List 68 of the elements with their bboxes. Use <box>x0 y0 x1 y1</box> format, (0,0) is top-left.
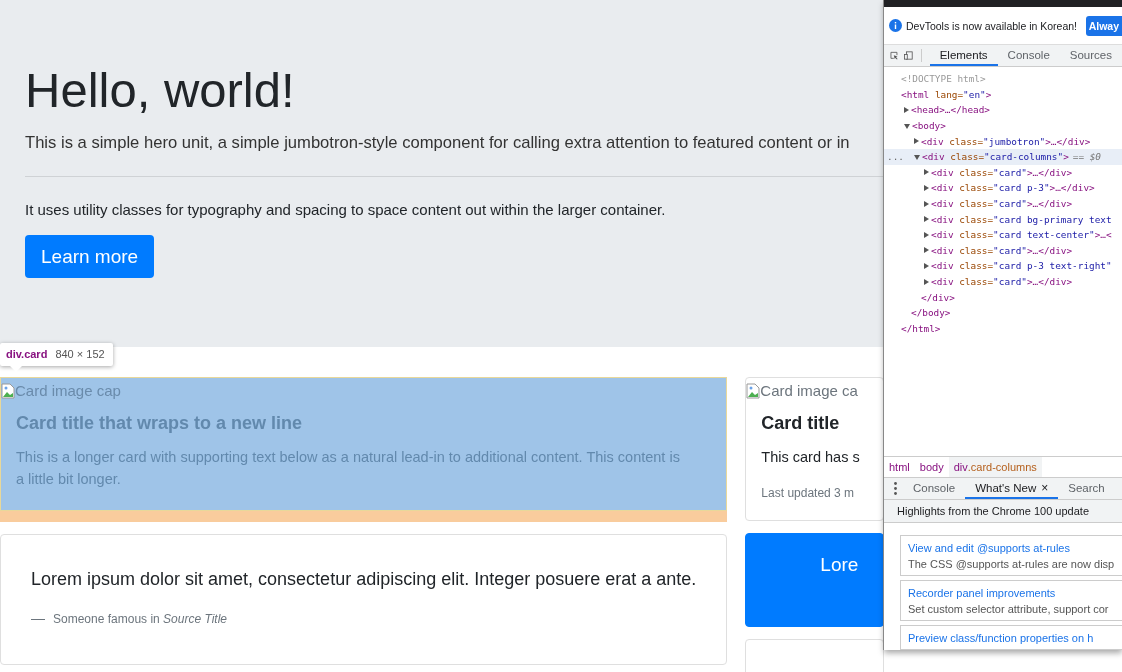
tree-node[interactable]: <div class="card">…</div> <box>931 166 1073 178</box>
tree-node[interactable]: <div class="card text-center">…< <box>931 229 1112 241</box>
inspect-icon[interactable] <box>890 49 899 62</box>
card-text: This card has s <box>761 448 861 467</box>
node-reference: == $0 <box>1072 151 1101 163</box>
drawer-tab[interactable]: Search <box>1058 478 1115 499</box>
collapsed-triangle-icon[interactable] <box>924 169 929 176</box>
collapsed-triangle-icon[interactable] <box>924 278 929 285</box>
device-toolbar-icon[interactable] <box>904 49 914 62</box>
breadcrumb[interactable]: body <box>914 457 949 477</box>
quote-text: Lorem ipsum dolor sit amet, consectetur adipiscing elit. Integer posuere erat a ante. <box>31 569 697 590</box>
feature-description: Set custom selector attribute, support cor <box>908 602 1110 617</box>
tree-node[interactable]: <div class="card">…</div> <box>931 276 1073 287</box>
tree-node[interactable]: <div class="jumbotron">…</div> <box>921 135 1091 147</box>
learn-more-button[interactable]: Learn more <box>25 235 155 278</box>
feature-link[interactable]: Recorder panel improvements <box>908 585 1122 601</box>
panel-header: Highlights from the Chrome 100 update <box>884 500 1122 523</box>
expanded-triangle-icon[interactable] <box>914 155 920 161</box>
element-selector: div.card <box>6 348 48 360</box>
image-alt-text: Card image ca <box>760 382 858 399</box>
always-button[interactable]: Alway <box>1085 15 1122 36</box>
image-alt-text: Card image cap <box>15 382 121 399</box>
element-size: 840 × 152 <box>55 348 105 360</box>
tree-node[interactable]: </div> <box>921 291 955 303</box>
tree-node[interactable]: </html> <box>901 322 941 334</box>
quote-source: Someone famous in Source Title <box>53 612 227 626</box>
quote-text: Lore <box>820 554 859 575</box>
lead-text: This is a simple hero unit, a simple jumbotron-style component for calling extra attention to featured content or in <box>25 132 850 154</box>
panel-tab[interactable]: Console <box>997 45 1060 66</box>
tree-node[interactable]: <body> <box>912 120 946 132</box>
tree-node[interactable]: <html lang="en"> <box>901 88 992 100</box>
info-message: DevTools is now available in Korean! <box>906 19 1077 32</box>
drawer-tab[interactable]: Console <box>903 478 966 499</box>
more-options-icon[interactable] <box>894 482 897 495</box>
collapsed-triangle-icon[interactable] <box>924 216 929 223</box>
collapsed-triangle-icon[interactable] <box>924 247 929 254</box>
collapsed-triangle-icon[interactable] <box>904 107 909 113</box>
breadcrumb[interactable]: html <box>884 457 915 477</box>
card-title: Card title that wraps to a new line <box>16 413 304 434</box>
close-icon[interactable]: × <box>1041 480 1049 495</box>
broken-image-icon <box>1 382 15 399</box>
collapsed-triangle-icon[interactable] <box>924 200 929 207</box>
tree-node[interactable]: <div class="card-columns"> <box>922 151 1069 163</box>
collapsed-triangle-icon[interactable] <box>924 262 929 269</box>
collapsed-triangle-icon[interactable] <box>924 231 929 238</box>
tree-node[interactable]: <div class="card">…</div> <box>931 198 1073 210</box>
collapsed-triangle-icon[interactable] <box>924 184 929 191</box>
panel-tab[interactable]: Elements <box>929 45 998 66</box>
collapsed-triangle-icon[interactable] <box>914 138 919 145</box>
expanded-triangle-icon[interactable] <box>904 124 910 130</box>
feature-description: The CSS @supports at-rules are now disp <box>908 557 1116 572</box>
panel-tab[interactable]: Sources <box>1059 45 1122 66</box>
hero-heading: Hello, world! <box>25 62 296 118</box>
info-icon <box>889 19 902 32</box>
body-text: It uses utility classes for typography and spacing to space content out within the larger container. <box>25 201 667 218</box>
tree-node[interactable]: <div class="card p-3">…</div> <box>931 182 1095 194</box>
card-note: Last updated 3 m <box>761 486 856 500</box>
breadcrumb[interactable]: div.card-columns <box>948 457 1042 477</box>
feature-link[interactable]: Preview class/function properties on h <box>908 630 1122 646</box>
card-text: This is a longer card with supporting text below as a natural lead-in to additional content. This content is a little bit longer. <box>16 448 681 489</box>
feature-link[interactable]: View and edit @supports at-rules <box>908 540 1122 556</box>
tree-node[interactable]: <head>…</head> <box>911 104 991 116</box>
tree-node[interactable]: <div class="card p-3 text-right" <box>931 260 1112 272</box>
tree-node[interactable]: </body> <box>911 307 951 319</box>
tree-node[interactable]: <div class="card">…</div> <box>931 244 1073 256</box>
card-title: Card title <box>761 413 841 434</box>
tree-node[interactable]: <div class="card bg-primary text <box>931 213 1112 225</box>
more-icon[interactable]: ... <box>887 151 904 163</box>
